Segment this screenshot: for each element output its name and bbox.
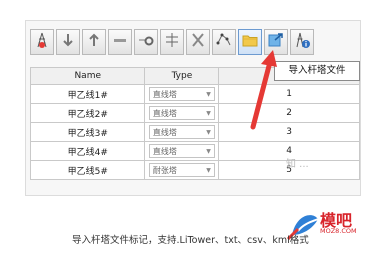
red-annotation-arrow [250, 50, 277, 130]
